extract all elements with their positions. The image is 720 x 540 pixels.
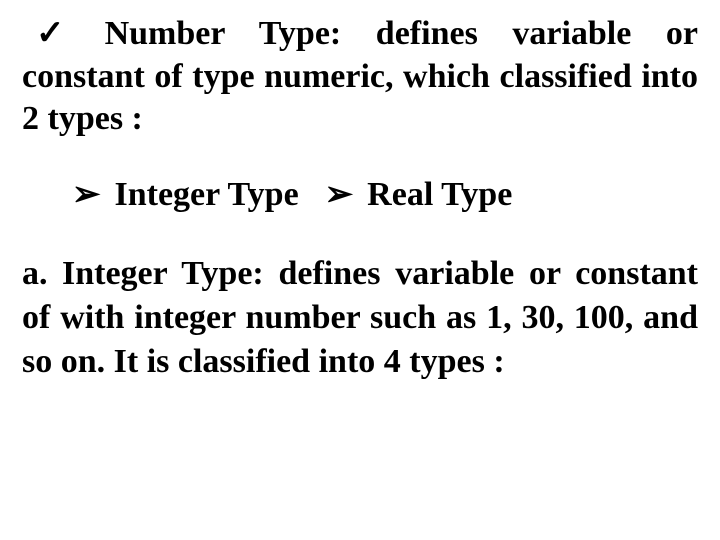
arrow-icon: ➢ — [72, 173, 101, 216]
number-type-text: Number Type: defines variable or constan… — [22, 15, 698, 137]
subtype-row: ➢ Integer Type ➢ Real Type — [22, 173, 698, 217]
subtype-integer-label: Integer Type — [115, 174, 299, 217]
subtype-real: ➢ Real Type — [325, 173, 513, 217]
integer-type-paragraph: a.Integer Type: defines variable or cons… — [22, 252, 698, 385]
subtype-integer: ➢ Integer Type — [72, 173, 299, 217]
number-type-paragraph: ✓Number Type: defines variable or consta… — [22, 12, 698, 141]
list-marker-a: a. — [22, 252, 62, 296]
integer-type-text: Integer Type: defines variable or consta… — [22, 255, 698, 380]
arrow-icon: ➢ — [325, 173, 354, 216]
check-icon: ✓ — [22, 14, 105, 52]
subtype-real-label: Real Type — [367, 174, 512, 217]
